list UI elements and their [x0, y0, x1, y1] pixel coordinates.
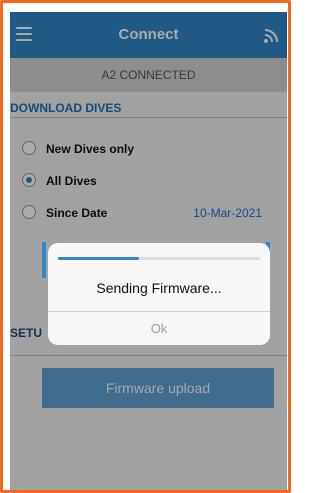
app-screen: Connect A2 CONNECTED DOWNLOAD DIVES New …	[10, 12, 287, 490]
obscured-button-edge	[42, 242, 46, 278]
progress-fill	[58, 257, 139, 260]
firmware-progress-dialog: Sending Firmware... Ok	[48, 243, 270, 345]
device-frame: Connect A2 CONNECTED DOWNLOAD DIVES New …	[0, 0, 291, 493]
dialog-message: Sending Firmware...	[96, 280, 222, 296]
ok-button[interactable]: Ok	[48, 312, 270, 345]
progress-bar	[58, 257, 260, 260]
